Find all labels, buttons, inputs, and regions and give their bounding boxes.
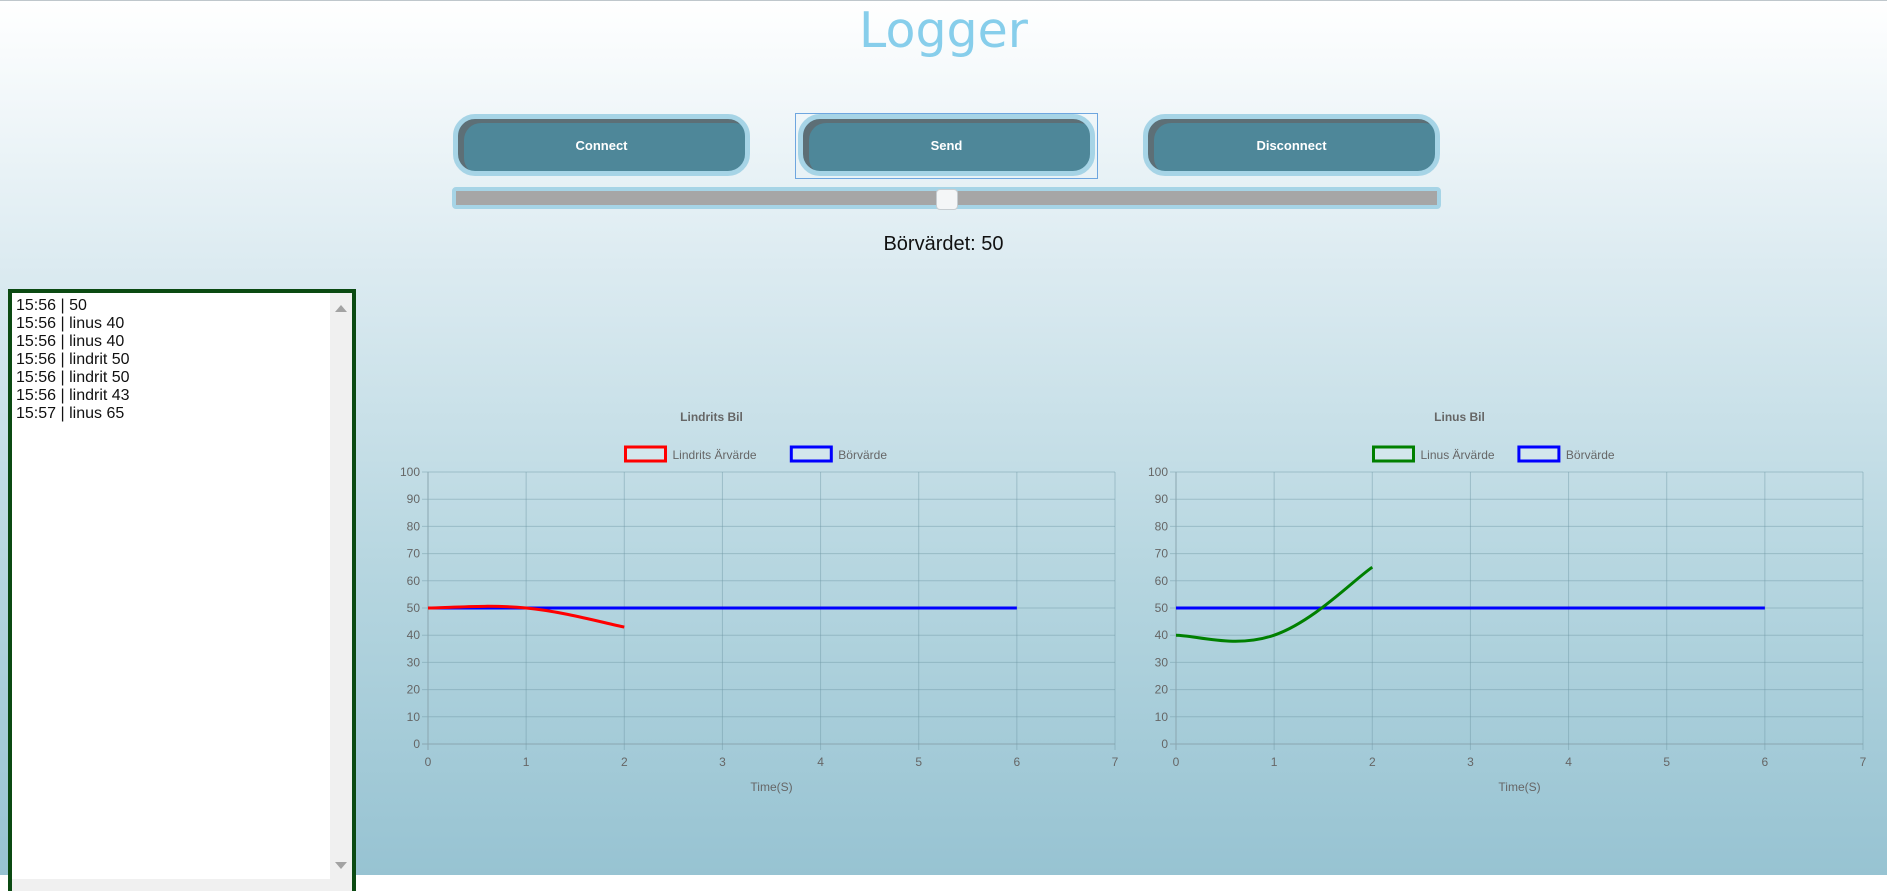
- y-tick-label: 100: [1148, 465, 1168, 479]
- y-tick-label: 0: [413, 737, 420, 751]
- x-tick-label: 0: [425, 755, 432, 769]
- log-line: 15:56 | lindrit 50: [16, 369, 130, 386]
- legend-swatch: [1372, 445, 1415, 463]
- x-tick-label: 1: [523, 755, 530, 769]
- y-tick-label: 50: [407, 601, 421, 615]
- legend-label: Börvärde: [1566, 448, 1615, 462]
- y-tick-label: 90: [1155, 492, 1169, 506]
- y-tick-label: 80: [407, 519, 421, 533]
- x-tick-label: 2: [1369, 755, 1376, 769]
- legend-swatch: [789, 445, 833, 463]
- log-line: 15:57 | linus 65: [16, 405, 125, 422]
- x-tick-label: 0: [1173, 755, 1180, 769]
- setpoint-text: Börvärdet: 50: [883, 233, 1004, 255]
- legend-label: Börvärde: [838, 448, 887, 462]
- x-axis-label: Time(S): [1498, 780, 1540, 794]
- log-textarea[interactable]: 15:56 | 50 15:56 | linus 40 15:56 | linus …: [8, 289, 356, 891]
- y-tick-label: 50: [1155, 601, 1169, 615]
- y-tick-label: 70: [407, 547, 421, 561]
- connect-button[interactable]: Connect: [453, 114, 750, 176]
- y-tick-label: 40: [1155, 628, 1169, 642]
- chart-title: Lindrits Bil: [680, 410, 743, 424]
- log-line: 15:56 | lindrit 43: [16, 387, 130, 404]
- y-tick-label: 30: [407, 655, 421, 669]
- lindrit-chart: Lindrits Bil Lindrits Ärvärde Börvärde 0 10 2…: [380, 400, 1120, 815]
- x-tick-label: 2: [621, 755, 628, 769]
- x-tick-label: 5: [1663, 755, 1670, 769]
- log-line: 15:56 | linus 40: [16, 333, 125, 350]
- y-tick-label: 100: [400, 465, 420, 479]
- chart-title: Linus Bil: [1434, 410, 1485, 424]
- log-scrollbar[interactable]: [330, 293, 352, 891]
- scroll-up-arrow-icon[interactable]: [335, 305, 347, 312]
- y-tick-label: 30: [1155, 655, 1169, 669]
- y-tick-label: 90: [407, 492, 421, 506]
- legend-swatch: [624, 445, 667, 463]
- log-lines: 15:56 | 50 15:56 | linus 40 15:56 | linus …: [16, 297, 327, 423]
- x-tick-label: 1: [1271, 755, 1278, 769]
- x-tick-label: 3: [719, 755, 726, 769]
- log-horizontal-scrollbar[interactable]: [12, 879, 334, 891]
- chart-svg: Lindrits BilLindrits Ärvärde Börvärde0102…: [400, 410, 1119, 794]
- page-title: Logger: [859, 2, 1028, 59]
- legend-swatch: [1517, 445, 1561, 463]
- log-line: 15:56 | 50: [16, 297, 87, 314]
- y-tick-label: 20: [407, 683, 421, 697]
- x-tick-label: 4: [817, 755, 824, 769]
- x-axis-label: Time(S): [750, 780, 792, 794]
- y-tick-label: 60: [1155, 574, 1169, 588]
- legend-label: Lindrits Ärvärde: [673, 448, 757, 462]
- x-tick-label: 7: [1860, 755, 1867, 769]
- log-line: 15:56 | lindrit 50: [16, 351, 130, 368]
- scroll-down-arrow-icon[interactable]: [335, 862, 347, 869]
- y-tick-label: 20: [1155, 683, 1169, 697]
- y-tick-label: 40: [407, 628, 421, 642]
- x-tick-label: 5: [915, 755, 922, 769]
- y-tick-label: 80: [1155, 519, 1169, 533]
- x-tick-label: 6: [1014, 755, 1021, 769]
- y-tick-label: 0: [1161, 737, 1168, 751]
- y-tick-label: 10: [1155, 710, 1169, 724]
- disconnect-button[interactable]: Disconnect: [1143, 114, 1440, 176]
- x-tick-label: 6: [1762, 755, 1769, 769]
- y-tick-label: 10: [407, 710, 421, 724]
- log-line: 15:56 | linus 40: [16, 315, 125, 332]
- y-tick-label: 70: [1155, 547, 1169, 561]
- send-button[interactable]: Send: [798, 114, 1095, 176]
- y-tick-label: 60: [407, 574, 421, 588]
- chart-svg: Linus BilLinus Ärvärde Börvärde0102030405…: [1148, 410, 1867, 794]
- slider-thumb[interactable]: [935, 189, 958, 210]
- x-tick-label: 4: [1565, 755, 1572, 769]
- linus-chart: Linus Bil Linus Ärvärde Börvärde 0 10 20 30 40 5…: [1128, 400, 1868, 815]
- x-tick-label: 7: [1112, 755, 1119, 769]
- legend-label: Linus Ärvärde: [1421, 448, 1495, 462]
- x-tick-label: 3: [1467, 755, 1474, 769]
